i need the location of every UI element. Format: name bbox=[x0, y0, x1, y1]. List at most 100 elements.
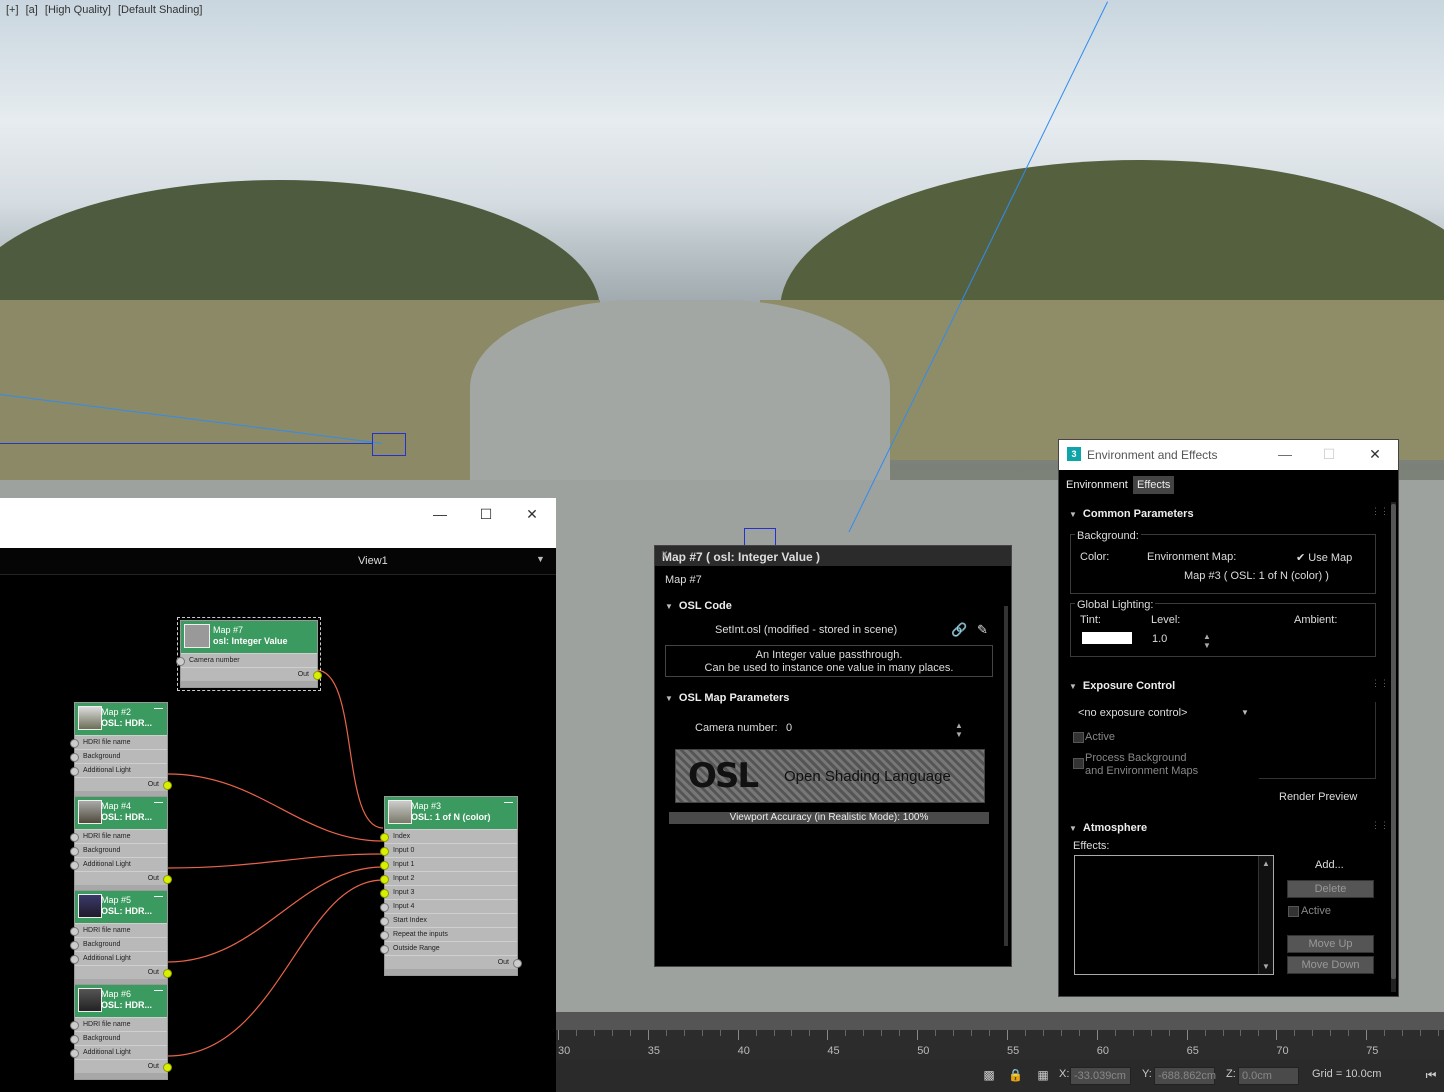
rollout-collapse-icon[interactable]: ▼ bbox=[1069, 824, 1077, 833]
env-close-button[interactable]: ✕ bbox=[1365, 444, 1385, 464]
viewport-menu-plus[interactable]: [+] bbox=[6, 4, 19, 16]
delete-effect-button[interactable]: Delete bbox=[1287, 880, 1374, 898]
viewport-menu-shading[interactable]: [Default Shading] bbox=[118, 4, 202, 16]
node-header[interactable]: Map #2 OSL: HDR... — bbox=[75, 703, 167, 735]
input-socket[interactable] bbox=[380, 931, 389, 940]
scroll-down-icon[interactable]: ▼ bbox=[1262, 962, 1270, 971]
node-output-row[interactable]: Out bbox=[385, 955, 522, 969]
node-input-row[interactable]: Input 1 bbox=[380, 857, 517, 871]
node-input-row[interactable]: Input 4 bbox=[380, 899, 517, 913]
slate-minimize-button[interactable]: — bbox=[430, 504, 450, 524]
output-socket[interactable] bbox=[313, 671, 322, 680]
env-scrollbar[interactable] bbox=[1391, 502, 1396, 992]
input-socket[interactable] bbox=[70, 955, 79, 964]
input-socket[interactable] bbox=[70, 941, 79, 950]
rollout-collapse-icon[interactable]: ▼ bbox=[1069, 510, 1077, 519]
viewport-accuracy-bar[interactable]: Viewport Accuracy (in Realistic Mode): 1… bbox=[669, 812, 989, 824]
viewport-menu-quality[interactable]: [High Quality] bbox=[45, 4, 111, 16]
input-socket[interactable] bbox=[70, 861, 79, 870]
input-socket[interactable] bbox=[70, 1035, 79, 1044]
node-output-row[interactable]: Out bbox=[75, 1059, 172, 1073]
link-icon[interactable]: 🔗 bbox=[951, 622, 967, 638]
node-input-row[interactable]: Additional Light bbox=[70, 763, 167, 777]
node-input-row[interactable]: Background bbox=[70, 1031, 167, 1045]
material-editor-scrollbar[interactable] bbox=[1004, 606, 1008, 946]
node-minimize-icon[interactable]: — bbox=[154, 703, 163, 713]
slate-view-bar[interactable]: View1 ▼ bbox=[0, 548, 556, 575]
common-parameters-rollout[interactable]: ▼ Common Parameters bbox=[1069, 508, 1194, 520]
z-coordinate-field[interactable]: 0.0cm bbox=[1238, 1067, 1299, 1085]
input-socket[interactable] bbox=[70, 767, 79, 776]
node-input-row[interactable]: HDRI file name bbox=[70, 829, 167, 843]
node-minimize-icon[interactable]: — bbox=[154, 985, 163, 995]
rollout-handle-icon[interactable]: ⋮⋮ bbox=[1371, 820, 1389, 831]
output-socket[interactable] bbox=[163, 781, 172, 790]
slate-close-button[interactable]: ✕ bbox=[522, 504, 542, 524]
osl-map-parameters-rollout[interactable]: ▼ OSL Map Parameters bbox=[665, 692, 789, 704]
node-minimize-icon[interactable]: — bbox=[504, 797, 513, 807]
viewport-menu-point-of-view[interactable]: [a] bbox=[26, 4, 38, 16]
input-socket[interactable] bbox=[70, 833, 79, 842]
output-socket[interactable] bbox=[513, 959, 522, 968]
node-output-row[interactable]: Out bbox=[75, 965, 172, 979]
view-dropdown-icon[interactable]: ▼ bbox=[536, 554, 545, 564]
y-coordinate-field[interactable]: -688.862cm bbox=[1154, 1067, 1216, 1085]
atmosphere-rollout[interactable]: ▼ Atmosphere bbox=[1069, 822, 1147, 834]
node-header[interactable]: Map #4 OSL: HDR... — bbox=[75, 797, 167, 829]
input-socket[interactable] bbox=[176, 657, 185, 666]
osl-code-rollout[interactable]: ▼ OSL Code bbox=[665, 600, 732, 612]
edit-pencil-icon[interactable]: ✎ bbox=[977, 622, 988, 638]
node-map7[interactable]: Map #7 osl: Integer Value Camera number … bbox=[176, 617, 322, 691]
move-up-button[interactable]: Move Up bbox=[1287, 935, 1374, 953]
input-socket[interactable] bbox=[380, 917, 389, 926]
node-canvas[interactable]: Map #7 osl: Integer Value Camera number … bbox=[0, 590, 556, 1092]
process-background-checkbox[interactable] bbox=[1073, 758, 1084, 769]
tab-effects[interactable]: Effects bbox=[1133, 476, 1175, 494]
go-to-start-icon[interactable]: ⏮ bbox=[1424, 1068, 1438, 1082]
chevron-down-icon[interactable]: ▼ bbox=[1241, 708, 1249, 717]
node-map3[interactable]: Map #3 OSL: 1 of N (color) — Index Input… bbox=[380, 796, 522, 976]
node-minimize-icon[interactable]: — bbox=[154, 797, 163, 807]
node-input-row[interactable]: Input 2 bbox=[380, 871, 517, 885]
exposure-control-dropdown[interactable]: <no exposure control> bbox=[1078, 707, 1248, 719]
input-socket[interactable] bbox=[70, 847, 79, 856]
output-socket[interactable] bbox=[163, 969, 172, 978]
node-input-row[interactable]: Background bbox=[70, 749, 167, 763]
scroll-up-icon[interactable]: ▲ bbox=[1262, 859, 1270, 868]
node-map4[interactable]: Map #4 OSL: HDR... — HDRI file name Back… bbox=[70, 796, 172, 892]
output-socket[interactable] bbox=[163, 1063, 172, 1072]
env-minimize-button[interactable]: — bbox=[1275, 444, 1295, 464]
map-name-field[interactable]: Map #7 bbox=[665, 574, 702, 586]
node-output-row[interactable]: Out bbox=[75, 871, 172, 885]
node-header[interactable]: Map #3 OSL: 1 of N (color) — bbox=[385, 797, 517, 829]
node-input-row[interactable]: Input 0 bbox=[380, 843, 517, 857]
render-preview-button[interactable]: Render Preview bbox=[1279, 791, 1357, 803]
move-down-button[interactable]: Move Down bbox=[1287, 956, 1374, 974]
node-input-row[interactable]: Camera number bbox=[176, 653, 317, 667]
node-header[interactable]: Map #6 OSL: HDR... — bbox=[75, 985, 167, 1017]
tab-environment[interactable]: Environment bbox=[1062, 476, 1132, 494]
node-input-row[interactable]: Index bbox=[380, 829, 517, 843]
exposure-control-rollout[interactable]: ▼ Exposure Control bbox=[1069, 680, 1175, 692]
input-socket[interactable] bbox=[380, 945, 389, 954]
camera-object[interactable] bbox=[372, 433, 406, 456]
input-socket[interactable] bbox=[380, 889, 389, 898]
node-map5[interactable]: Map #5 OSL: HDR... — HDRI file name Back… bbox=[70, 890, 172, 986]
lock-icon[interactable]: 🔒 bbox=[1008, 1068, 1023, 1082]
input-socket[interactable] bbox=[380, 861, 389, 870]
tint-color-swatch[interactable] bbox=[1082, 632, 1132, 644]
rollout-collapse-icon[interactable]: ▼ bbox=[1069, 682, 1077, 691]
node-input-row[interactable]: Additional Light bbox=[70, 1045, 167, 1059]
input-socket[interactable] bbox=[70, 1021, 79, 1030]
input-socket[interactable] bbox=[70, 927, 79, 936]
spinner-arrows-icon[interactable]: ▲ ▼ bbox=[1203, 632, 1211, 650]
timeline[interactable]: 30 35 40 45 50 55 60 65 70 75 bbox=[556, 1012, 1444, 1060]
level-spinner[interactable]: 1.0 bbox=[1152, 633, 1167, 645]
node-header[interactable]: Map #7 osl: Integer Value bbox=[181, 621, 317, 653]
camera-number-spinner[interactable]: 0 bbox=[786, 722, 956, 734]
environment-map-button[interactable]: Map #3 ( OSL: 1 of N (color) ) bbox=[1184, 570, 1329, 582]
use-map-checkbox[interactable]: ✔ Use Map bbox=[1296, 551, 1352, 564]
time-slider-track[interactable] bbox=[556, 1012, 1444, 1031]
effects-listbox[interactable]: ▲ ▼ bbox=[1074, 855, 1274, 975]
node-output-row[interactable]: Out bbox=[75, 777, 172, 791]
